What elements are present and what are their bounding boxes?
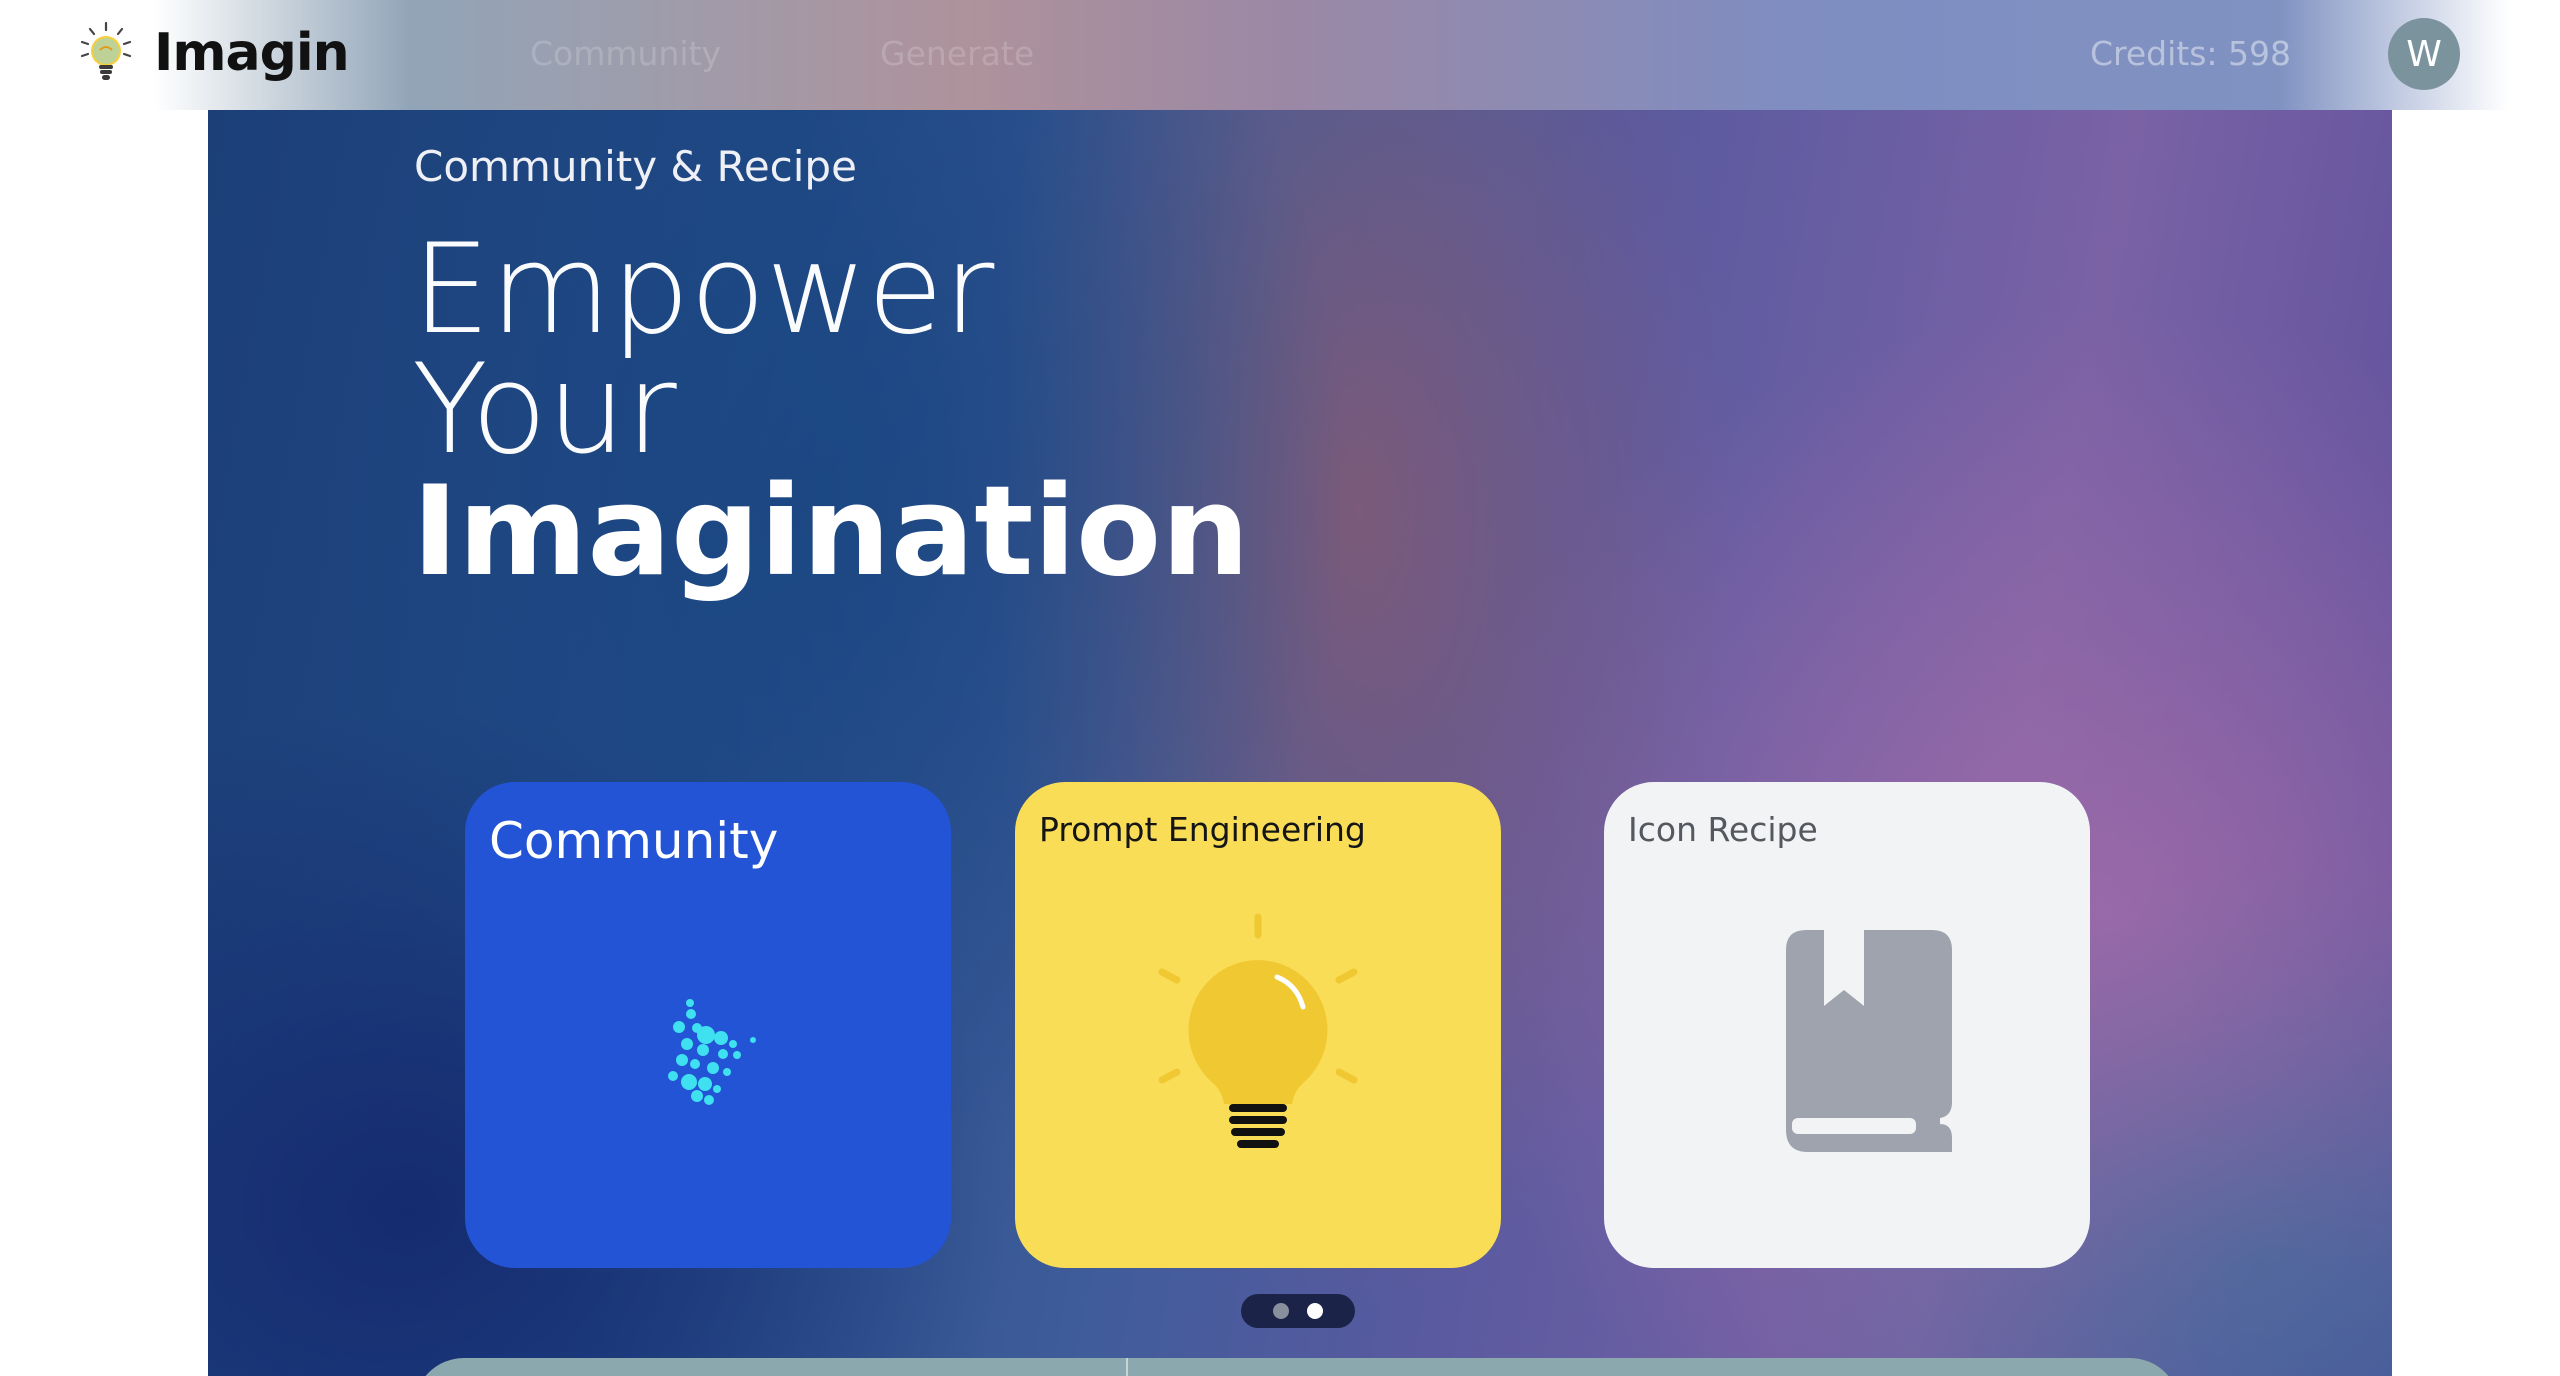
user-avatar[interactable]: W xyxy=(2388,18,2460,90)
community-card[interactable]: Community xyxy=(465,782,951,1268)
lightbulb-icon xyxy=(1158,913,1358,1148)
prompt-engineering-card[interactable]: Prompt Engineering xyxy=(1015,782,1501,1268)
credits-counter: Credits: 598 xyxy=(2090,34,2292,73)
lightbulb-icon xyxy=(80,21,132,80)
nav-community-link[interactable]: Community xyxy=(530,34,721,73)
bottom-corner-graphic xyxy=(2138,1355,2258,1376)
app-name: Imagin xyxy=(154,23,350,83)
book-bookmark-icon xyxy=(1786,930,1952,1152)
hero-subtitle: Community & Recipe xyxy=(414,142,857,191)
bottom-panel xyxy=(414,1358,2180,1376)
hero-title-line-3: Imagination xyxy=(412,460,1250,604)
hero-title-line-2: Your xyxy=(412,338,677,482)
carousel-pager xyxy=(1241,1294,1355,1328)
app-logo[interactable]: Imagin xyxy=(76,20,350,86)
pager-dot-1[interactable] xyxy=(1273,1303,1289,1319)
icon-recipe-card[interactable]: Icon Recipe xyxy=(1604,782,2090,1268)
hero-title: Empower Your Imagination xyxy=(412,218,1250,604)
hero-title-line-1: Empower xyxy=(412,218,995,362)
pager-dot-2-active[interactable] xyxy=(1307,1303,1323,1319)
hero-section: Community & Recipe Empower Your Imaginat… xyxy=(208,110,2392,1376)
nav-generate-link[interactable]: Generate xyxy=(880,34,1034,73)
particles-icon xyxy=(668,999,756,1105)
bottom-panel-divider xyxy=(1126,1358,1128,1376)
top-header: Imagin Community Generate Credits: 598 W xyxy=(0,0,2560,110)
